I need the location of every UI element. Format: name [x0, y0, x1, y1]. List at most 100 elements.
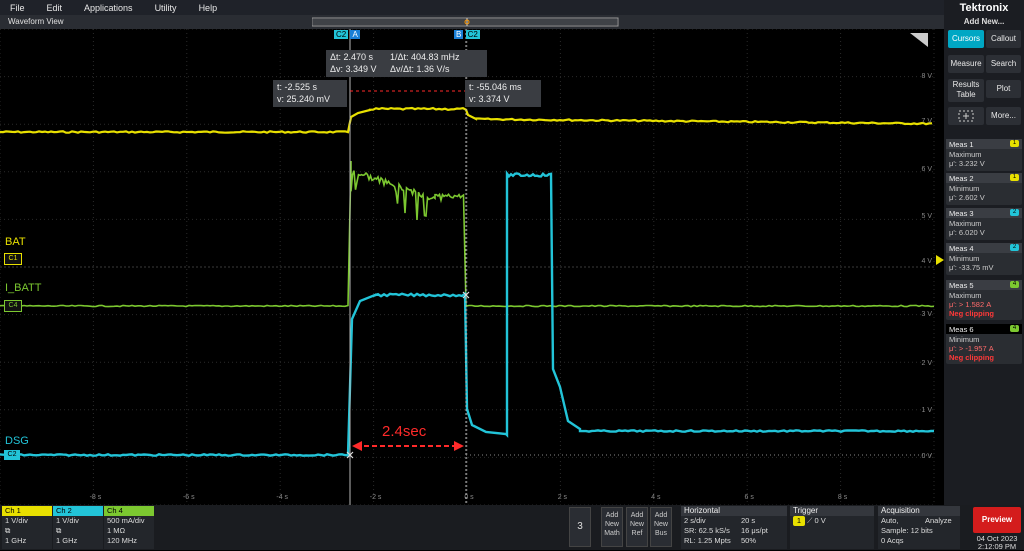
- cursor-a-value: v: 25.240 mV: [277, 94, 331, 104]
- measurement-5[interactable]: Meas 5 4 Maximum μ': > 1.582 A Neg clipping: [946, 280, 1022, 320]
- measurement-name: Meas 1: [949, 140, 974, 149]
- measure-button[interactable]: Measure: [948, 55, 984, 73]
- record-view-indicator[interactable]: [312, 16, 622, 28]
- horizontal-duration: 20 s: [741, 516, 756, 525]
- acquisition-panel[interactable]: Acquisition Auto, Analyze Sample: 12 bits…: [878, 506, 960, 549]
- arrow-left-icon: [352, 441, 362, 451]
- callout-button[interactable]: Callout: [986, 30, 1021, 48]
- page-number-box[interactable]: 3: [569, 507, 591, 547]
- x-tick-label: -8 s: [90, 494, 102, 501]
- record-length: RL: 1.25 Mpts: [684, 536, 731, 545]
- measurement-type: Maximum: [949, 291, 982, 300]
- menu-utility[interactable]: Utility: [145, 3, 189, 13]
- horizontal-title: Horizontal: [681, 506, 787, 516]
- results-table-button[interactable]: Results Table: [948, 79, 984, 102]
- measurement-value: μ': 3.232 V: [949, 159, 985, 168]
- search-button[interactable]: Search: [986, 55, 1021, 73]
- cursor-a-channel: C2: [334, 30, 349, 39]
- menu-applications[interactable]: Applications: [74, 3, 145, 13]
- acquisition-title: Acquisition: [878, 506, 960, 516]
- add-new-ref-button[interactable]: Add New Ref: [626, 507, 648, 547]
- measurement-header: Meas 5 4: [946, 280, 1022, 290]
- ch1-marker[interactable]: C1: [4, 253, 22, 265]
- menu-help[interactable]: Help: [189, 3, 230, 13]
- x-tick-label: -4 s: [276, 494, 288, 501]
- channel-badge-ch1[interactable]: Ch 11 V/div ⧉ 1 GHz: [2, 506, 52, 549]
- measurement-4[interactable]: Meas 4 2 Minimum μ': -33.75 mV: [946, 243, 1022, 275]
- preview-button[interactable]: Preview: [973, 507, 1021, 533]
- measurement-source-badge: 1: [1010, 140, 1019, 147]
- acquisition-count: 0 Acqs: [881, 536, 904, 545]
- zoom-box-button[interactable]: [948, 107, 984, 125]
- cursor-b-letter: B: [454, 30, 464, 39]
- add-button-label: New: [653, 521, 668, 528]
- position-percent: 50%: [741, 536, 757, 545]
- measurement-value: μ': 6.020 V: [949, 228, 985, 237]
- y-tick-label: 0 V: [921, 453, 932, 460]
- more-button[interactable]: More...: [986, 107, 1021, 125]
- x-tick-label: 8 s: [838, 494, 848, 501]
- menu-file[interactable]: File: [0, 3, 37, 13]
- cursor-b-readout[interactable]: t: -55.046 ms v: 3.374 V: [465, 80, 541, 107]
- menu-edit[interactable]: Edit: [37, 3, 75, 13]
- add-button-label: New: [629, 521, 644, 528]
- x-tick-label: 6 s: [745, 494, 755, 501]
- measurement-1[interactable]: Meas 1 1 Maximum μ': 3.232 V: [946, 139, 1022, 171]
- channel-badge-ch2[interactable]: Ch 21 V/div ⧉ 1 GHz: [53, 506, 103, 549]
- measurement-type: Minimum: [949, 254, 980, 263]
- y-tick-label: 4 V: [921, 258, 932, 265]
- cursor-a-time: t: -2.525 s: [277, 82, 318, 92]
- y-tick-label: 1 V: [921, 407, 932, 414]
- channel-coupling: 1 MΩ: [107, 526, 126, 535]
- measurement-source-badge: 2: [1010, 209, 1019, 216]
- channel-bandwidth: 120 MHz: [107, 536, 138, 545]
- x-tick-label: -2 s: [370, 494, 382, 501]
- measurement-source-badge: 2: [1010, 244, 1019, 251]
- measurement-6[interactable]: Meas 6 4 Minimum μ': > -1.957 A Neg clipping: [946, 324, 1022, 364]
- page-number: 3: [577, 521, 583, 532]
- cursor-delta-readout[interactable]: Δt: 2.470 s 1/Δt: 404.83 mHz Δv: 3.349 V…: [326, 50, 487, 77]
- trigger-panel[interactable]: Trigger 1 ⟋ 0 V: [790, 506, 874, 549]
- add-button-label: Add: [605, 512, 619, 519]
- cursor-a-letter: A: [350, 30, 360, 39]
- bat-label: BAT: [5, 236, 26, 248]
- measurement-warning: Neg clipping: [949, 353, 994, 362]
- view-resize-icon[interactable]: [910, 33, 928, 47]
- cursor-b-value: v: 3.374 V: [469, 94, 510, 104]
- waveform-display[interactable]: 8 V 7 V 6 V 5 V 4 V 3 V 2 V 1 V 0 V -8 s -6 s -4 s -…: [0, 29, 944, 505]
- cursor-a-readout[interactable]: t: -2.525 s v: 25.240 mV: [273, 80, 347, 107]
- duration-annotation: 2.4sec: [382, 423, 427, 440]
- measurement-3[interactable]: Meas 3 2 Maximum μ': 6.020 V: [946, 208, 1022, 240]
- channel-badge-ch4[interactable]: Ch 4 500 mA/div 1 MΩ 120 MHz: [104, 506, 154, 549]
- measurement-value: μ': 2.602 V: [949, 193, 985, 202]
- add-button-label: Ref: [631, 530, 643, 537]
- results-table-label-1: Results: [952, 80, 980, 89]
- y-tick-label: 6 V: [921, 166, 932, 173]
- y-tick-label: 5 V: [921, 213, 932, 220]
- cursor-b-channel: C2: [465, 30, 480, 39]
- channel-scale: 500 mA/div: [107, 516, 145, 525]
- cursor-b-flag[interactable]: B C2: [454, 30, 480, 39]
- measurement-type: Maximum: [949, 150, 982, 159]
- measurement-2[interactable]: Meas 2 1 Minimum μ': 2.602 V: [946, 173, 1022, 205]
- brand-logo: Tektronix: [959, 2, 1009, 14]
- measurement-source-badge: 1: [1010, 174, 1019, 181]
- channel-coupling: ⧉: [5, 526, 11, 535]
- add-button-label: Bus: [654, 530, 668, 537]
- measurement-header: Meas 3 2: [946, 208, 1022, 218]
- menu-bar: File Edit Applications Utility Help: [0, 0, 944, 15]
- add-new-math-button[interactable]: Add New Math: [601, 507, 623, 547]
- trigger-level-icon[interactable]: [934, 255, 944, 265]
- y-tick-label: 8 V: [921, 73, 932, 80]
- window-title: Waveform View: [8, 17, 64, 26]
- ch2-marker[interactable]: C2: [4, 450, 20, 460]
- plot-button[interactable]: Plot: [986, 80, 1021, 98]
- measurement-warning: Neg clipping: [949, 309, 994, 318]
- cursor-a-flag[interactable]: C2 A: [334, 30, 360, 39]
- cursors-button[interactable]: Cursors: [948, 30, 984, 48]
- add-new-bus-button[interactable]: Add New Bus: [650, 507, 672, 547]
- ch4-marker[interactable]: C4: [4, 300, 22, 312]
- horizontal-panel[interactable]: Horizontal 2 s/div 20 s SR: 62.5 kS/s 16 μ…: [681, 506, 787, 549]
- y-tick-label: 2 V: [921, 360, 932, 367]
- add-button-label: Add: [654, 512, 668, 519]
